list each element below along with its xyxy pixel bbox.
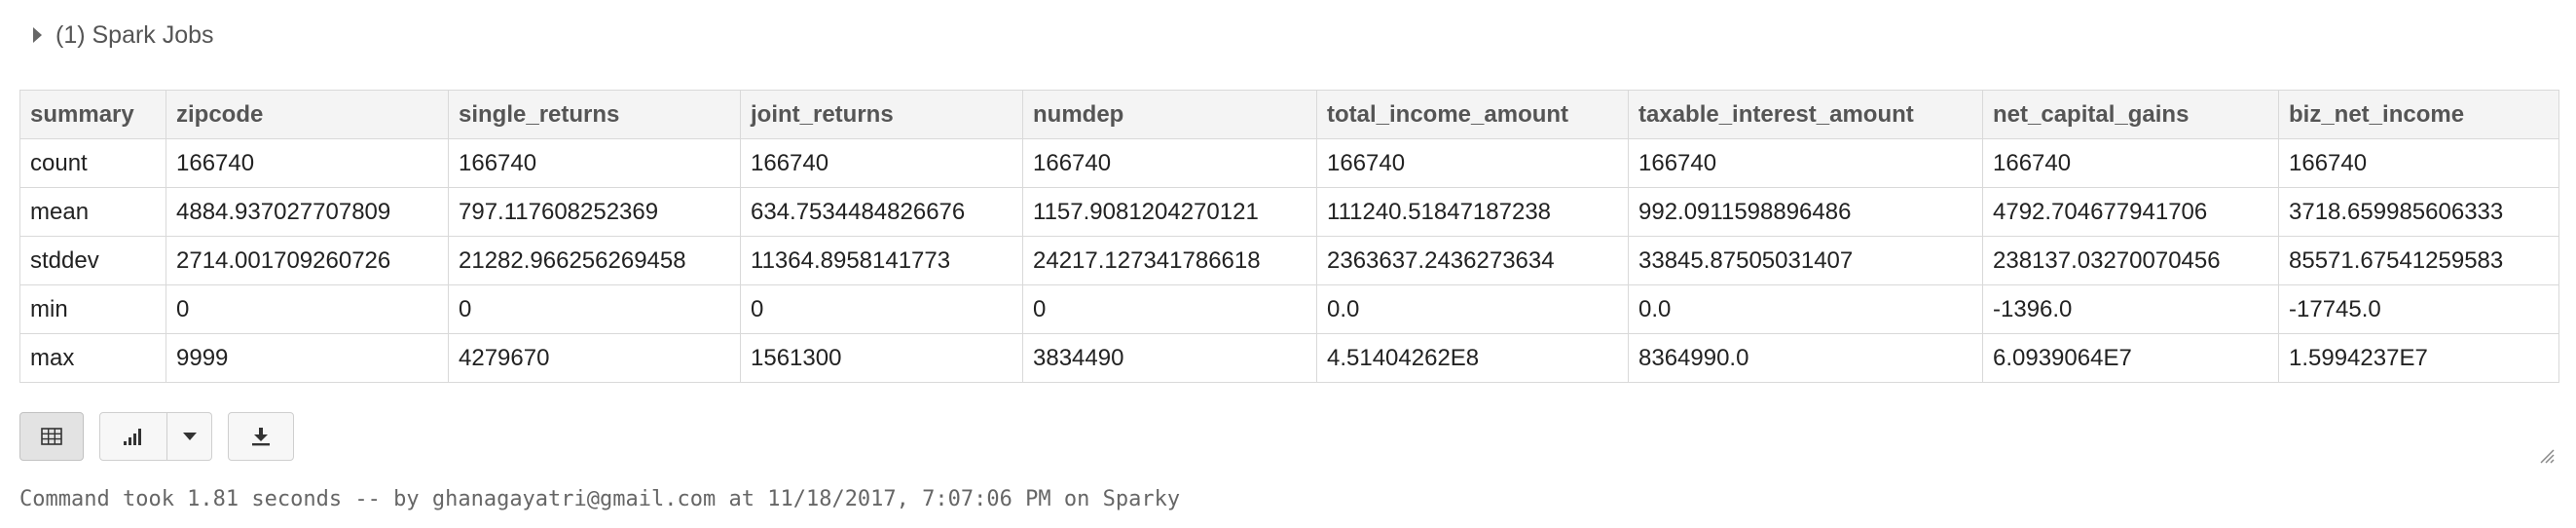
table-cell: -1396.0 (1982, 284, 2279, 334)
column-header[interactable]: biz_net_income (2278, 90, 2559, 139)
table-cell: 1.5994237E7 (2278, 333, 2559, 383)
table-cell: 4792.704677941706 (1982, 187, 2279, 237)
table-cell: 0 (166, 284, 449, 334)
spark-jobs-toggle[interactable]: (1) Spark Jobs (33, 18, 214, 53)
column-header[interactable]: taxable_interest_amount (1628, 90, 1983, 139)
column-header[interactable]: numdep (1022, 90, 1317, 139)
result-toolbar (19, 411, 294, 462)
table-cell: 797.117608252369 (448, 187, 741, 237)
results-table: summary zipcode single_returns joint_ret… (19, 90, 2559, 383)
table-cell: 4884.937027707809 (166, 187, 449, 237)
table-cell: 634.7534484826676 (740, 187, 1023, 237)
table-cell: mean (19, 187, 166, 237)
table-cell: 2714.001709260726 (166, 236, 449, 285)
table-row: max 9999 4279670 1561300 3834490 4.51404… (19, 333, 2559, 383)
table-cell: 166740 (1022, 138, 1317, 188)
table-row: stddev 2714.001709260726 21282.966256269… (19, 236, 2559, 285)
table-cell: 166740 (448, 138, 741, 188)
table-row: min 0 0 0 0 0.0 0.0 -1396.0 -17745.0 (19, 284, 2559, 334)
table-cell: 9999 (166, 333, 449, 383)
table-cell: 3834490 (1022, 333, 1317, 383)
chart-button-group (99, 412, 212, 461)
table-view-button[interactable] (19, 412, 84, 461)
table-cell: 3718.659985606333 (2278, 187, 2559, 237)
caret-right-icon (33, 27, 42, 43)
table-cell: 0 (740, 284, 1023, 334)
table-cell: 166740 (740, 138, 1023, 188)
download-button[interactable] (228, 412, 294, 461)
table-icon (41, 428, 62, 445)
table-cell: 166740 (166, 138, 449, 188)
table-cell: 992.0911598896486 (1628, 187, 1983, 237)
table-cell: stddev (19, 236, 166, 285)
table-cell: 166740 (1982, 138, 2279, 188)
chart-view-button[interactable] (99, 412, 167, 461)
table-cell: 0 (448, 284, 741, 334)
table-header-row: summary zipcode single_returns joint_ret… (19, 90, 2559, 139)
column-header[interactable]: single_returns (448, 90, 741, 139)
table-cell: 2363637.2436273634 (1316, 236, 1629, 285)
table-cell: max (19, 333, 166, 383)
table-cell: 166740 (1316, 138, 1629, 188)
table-cell: 166740 (1628, 138, 1983, 188)
table-cell: 111240.51847187238 (1316, 187, 1629, 237)
table-cell: 0.0 (1316, 284, 1629, 334)
bar-chart-icon (124, 429, 141, 445)
table-cell: 166740 (2278, 138, 2559, 188)
chart-options-dropdown[interactable] (167, 412, 212, 461)
download-icon (252, 428, 270, 446)
table-cell: -17745.0 (2278, 284, 2559, 334)
table-row: count 166740 166740 166740 166740 166740… (19, 138, 2559, 188)
table-cell: min (19, 284, 166, 334)
table-cell: 24217.127341786618 (1022, 236, 1317, 285)
command-status: Command took 1.81 seconds -- by ghanagay… (19, 487, 1181, 511)
column-header[interactable]: total_income_amount (1316, 90, 1629, 139)
table-cell: 1561300 (740, 333, 1023, 383)
table-cell: 8364990.0 (1628, 333, 1983, 383)
table-cell: 11364.8958141773 (740, 236, 1023, 285)
table-cell: 85571.67541259583 (2278, 236, 2559, 285)
resize-handle-icon[interactable] (2537, 446, 2555, 464)
table-cell: 1157.9081204270121 (1022, 187, 1317, 237)
table-cell: 0 (1022, 284, 1317, 334)
column-header[interactable]: summary (19, 90, 166, 139)
spark-jobs-label: (1) Spark Jobs (55, 20, 214, 49)
column-header[interactable]: zipcode (166, 90, 449, 139)
table-row: mean 4884.937027707809 797.117608252369 … (19, 187, 2559, 237)
table-cell: 21282.966256269458 (448, 236, 741, 285)
table-cell: 4279670 (448, 333, 741, 383)
column-header[interactable]: net_capital_gains (1982, 90, 2279, 139)
caret-down-icon (182, 433, 197, 440)
table-cell: 33845.87505031407 (1628, 236, 1983, 285)
table-cell: 238137.03270070456 (1982, 236, 2279, 285)
column-header[interactable]: joint_returns (740, 90, 1023, 139)
table-cell: count (19, 138, 166, 188)
table-cell: 4.51404262E8 (1316, 333, 1629, 383)
table-cell: 6.0939064E7 (1982, 333, 2279, 383)
table-cell: 0.0 (1628, 284, 1983, 334)
